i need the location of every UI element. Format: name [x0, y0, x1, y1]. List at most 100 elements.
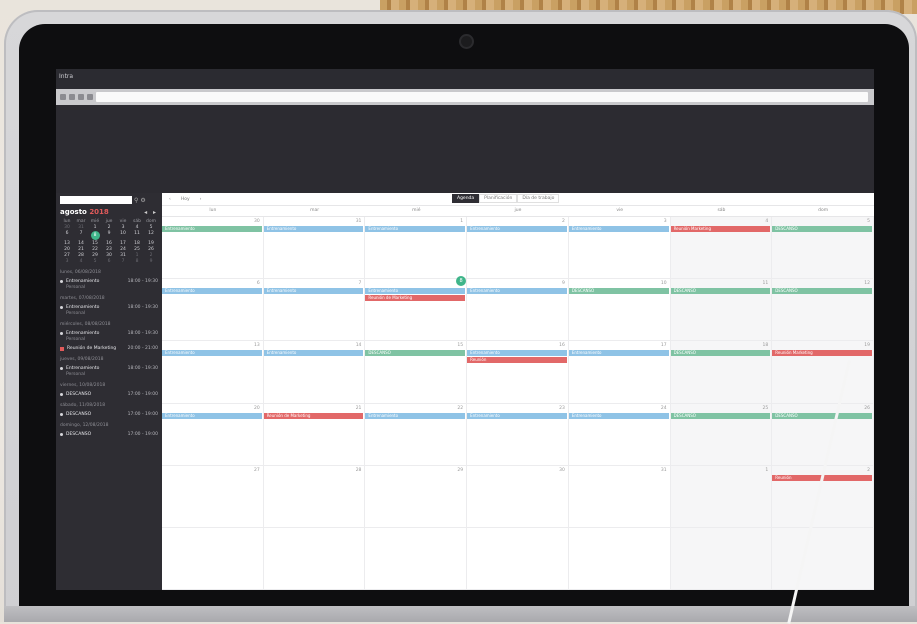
agenda-item[interactable]: Reunión de Marketing 20:00 - 21:00 [60, 346, 158, 351]
day-cell[interactable]: 29 [365, 465, 468, 527]
calendar-event[interactable]: Reunión Marketing [772, 350, 872, 357]
mini-day[interactable]: 11 [130, 231, 144, 240]
mini-day[interactable]: 23 [102, 247, 116, 252]
calendar-event[interactable]: Entrenamiento [263, 350, 364, 357]
calendar-event[interactable]: Entrenamiento [467, 412, 567, 419]
mini-day[interactable]: 8 [130, 259, 144, 264]
mini-day[interactable]: 25 [130, 247, 144, 252]
day-cell[interactable]: 22 Entrenamiento [365, 403, 468, 465]
search-icon[interactable]: ⚲ [134, 197, 138, 204]
mini-day[interactable]: 3 [60, 259, 74, 264]
calendar-event[interactable]: DESCANSO [568, 288, 669, 295]
day-cell[interactable] [467, 527, 569, 589]
day-cell[interactable] [162, 527, 264, 589]
day-cell[interactable] [772, 527, 874, 589]
mini-day[interactable]: 15 [88, 241, 102, 246]
calendar-event[interactable]: Entrenamiento [365, 412, 466, 419]
mini-day[interactable]: 8 [88, 231, 102, 240]
mini-day[interactable]: 27 [60, 253, 74, 258]
day-cell[interactable]: 16 Entrenamiento Reunión [467, 341, 569, 403]
day-cell[interactable]: 25 DESCANSO [670, 403, 773, 465]
day-cell[interactable] [569, 527, 671, 589]
day-cell[interactable]: 30 Entrenamiento [162, 217, 264, 279]
calendar-event[interactable]: Reunión de Marketing [365, 295, 466, 302]
day-cell[interactable]: 3 Entrenamiento [568, 217, 671, 279]
month-nav-arrows[interactable]: ◂ ▸ [144, 209, 158, 216]
calendar-event[interactable]: Entrenamiento [162, 226, 262, 232]
calendar-event[interactable]: Entrenamiento [568, 350, 669, 357]
day-cell[interactable]: 18 DESCANSO [670, 341, 773, 403]
calendar-event[interactable]: DESCANSO [772, 412, 872, 419]
calendar-event[interactable]: Entrenamiento [162, 350, 262, 357]
mini-day[interactable]: 4 [74, 259, 88, 264]
day-cell[interactable]: 24 Entrenamiento [568, 403, 671, 465]
calendar-event[interactable]: DESCANSO [772, 226, 872, 232]
view-tab[interactable]: Día de trabajo [517, 194, 560, 203]
day-cell[interactable] [670, 527, 773, 589]
day-cell[interactable]: 4 Reunión Marketing [670, 217, 773, 279]
calendar-event[interactable]: DESCANSO [670, 288, 771, 295]
mini-day[interactable]: 19 [144, 241, 158, 246]
mini-day[interactable]: 10 [116, 231, 130, 240]
calendar-event[interactable]: Entrenamiento [162, 288, 262, 295]
calendar-event[interactable]: Entrenamiento [467, 288, 567, 295]
day-cell[interactable]: 13 Entrenamiento [162, 341, 264, 403]
mini-day[interactable]: 2 [144, 253, 158, 258]
mini-today[interactable]: 8 [90, 231, 100, 240]
calendar-event[interactable]: Reunión de Marketing [263, 412, 364, 419]
mini-day[interactable]: 14 [74, 241, 88, 246]
day-cell[interactable]: 1 Entrenamiento [365, 217, 468, 279]
mini-day[interactable]: 31 [74, 225, 88, 230]
mini-day[interactable]: 6 [102, 259, 116, 264]
gear-icon[interactable]: ⚙ [140, 197, 145, 204]
calendar-event[interactable]: Entrenamiento [467, 226, 567, 232]
prev-button[interactable]: ‹ [166, 197, 174, 202]
day-cell[interactable]: 26 DESCANSO [772, 403, 874, 465]
mini-day[interactable]: 21 [74, 247, 88, 252]
day-cell[interactable]: 20 Entrenamiento [162, 403, 264, 465]
mini-day[interactable]: 17 [116, 241, 130, 246]
day-cell[interactable]: 21 Reunión de Marketing [263, 403, 366, 465]
mini-day[interactable]: 22 [88, 247, 102, 252]
view-tab[interactable]: Planificación [479, 194, 518, 203]
next-button[interactable]: › [197, 197, 205, 202]
mini-day[interactable]: 31 [116, 253, 130, 258]
mini-day[interactable]: 4 [130, 225, 144, 230]
calendar-event[interactable]: Reunión Marketing [670, 226, 771, 232]
mini-day[interactable]: 7 [74, 231, 88, 240]
mini-day[interactable]: 30 [102, 253, 116, 258]
day-cell[interactable]: 11 DESCANSO [670, 279, 773, 341]
mini-day[interactable]: 5 [88, 259, 102, 264]
mini-day[interactable]: 30 [60, 225, 74, 230]
mini-day[interactable]: 3 [116, 225, 130, 230]
calendar-event[interactable]: DESCANSO [772, 288, 872, 295]
mini-day[interactable]: 2 [102, 225, 116, 230]
day-cell[interactable]: 1 [670, 465, 773, 527]
mini-day[interactable]: 9 [144, 259, 158, 264]
mini-day[interactable]: 9 [102, 231, 116, 240]
day-cell[interactable]: 31 Entrenamiento [263, 217, 366, 279]
calendar-event[interactable]: Reunión [467, 357, 567, 364]
day-cell[interactable]: 2 Entrenamiento [467, 217, 569, 279]
calendar-event[interactable]: Entrenamiento [263, 226, 364, 232]
mini-day[interactable]: 7 [116, 259, 130, 264]
calendar-event[interactable]: Entrenamiento [568, 226, 669, 232]
day-cell[interactable]: 10 DESCANSO [568, 279, 671, 341]
day-cell[interactable]: 17 Entrenamiento [568, 341, 671, 403]
browser-tab-title[interactable]: Intra [59, 73, 73, 80]
mini-day[interactable]: 12 [144, 231, 158, 240]
day-cell[interactable]: 14 Entrenamiento [263, 341, 366, 403]
mini-day[interactable]: 1 [130, 253, 144, 258]
day-cell[interactable]: 23 Entrenamiento [467, 403, 569, 465]
day-cell[interactable]: 12 DESCANSO [772, 279, 874, 341]
day-cell[interactable]: 7 Entrenamiento [263, 279, 366, 341]
day-cell[interactable]: 15 DESCANSO [365, 341, 468, 403]
mini-day[interactable]: 18 [130, 241, 144, 246]
calendar-event[interactable]: Entrenamiento [365, 226, 466, 232]
calendar-event[interactable]: Entrenamiento [162, 412, 262, 419]
mini-day[interactable]: 13 [60, 241, 74, 246]
agenda-item[interactable]: Entrenamiento Personal 18:00 - 19:30 [60, 279, 158, 290]
day-cell[interactable]: 28 [264, 465, 366, 527]
agenda-item[interactable]: DESCANSO 17:00 - 19:00 [60, 432, 158, 437]
mini-day[interactable]: 1 [88, 225, 102, 230]
